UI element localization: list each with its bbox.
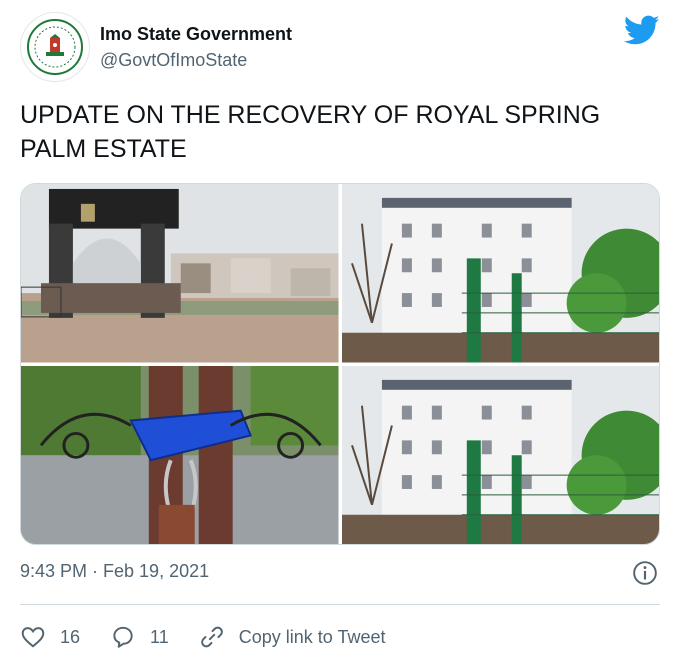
photo-locked-gate[interactable] (21, 365, 339, 544)
tweet-text: UPDATE ON THE RECOVERY OF ROYAL SPRING P… (20, 101, 601, 163)
link-icon (200, 626, 223, 648)
tweet-timestamp[interactable]: 9:43 PM · Feb 19, 2021 (20, 561, 209, 582)
copy-link-label: Copy link to Tweet (238, 626, 386, 647)
tweet-header: Imo State Government @GovtOfImoState (20, 12, 660, 82)
divider (20, 604, 660, 605)
photo-estate-gate[interactable] (21, 184, 339, 363)
tweet-actions: 16 11 Copy link to Tweet (20, 622, 415, 652)
reply-button[interactable]: 11 (110, 624, 169, 650)
government-seal-icon (27, 19, 83, 75)
photo-grid (20, 183, 660, 545)
locked-gate-image (21, 365, 339, 544)
estate-gate-image (21, 184, 339, 363)
like-button[interactable]: 16 (20, 624, 80, 650)
twitter-bird-icon[interactable] (624, 12, 660, 48)
photo-building-1[interactable] (341, 184, 659, 363)
avatar[interactable] (20, 12, 90, 82)
reply-count: 11 (150, 626, 169, 647)
heart-icon (21, 627, 45, 648)
like-count: 16 (60, 626, 81, 647)
reply-icon (113, 626, 133, 648)
account-name[interactable]: Imo State Government (100, 24, 292, 45)
building-image (341, 365, 659, 544)
info-icon[interactable] (632, 560, 658, 586)
account-handle[interactable]: @GovtOfImoState (100, 50, 247, 71)
photo-building-2[interactable] (341, 365, 659, 544)
copy-link-button[interactable]: Copy link to Tweet (199, 624, 386, 650)
building-image (341, 184, 659, 363)
